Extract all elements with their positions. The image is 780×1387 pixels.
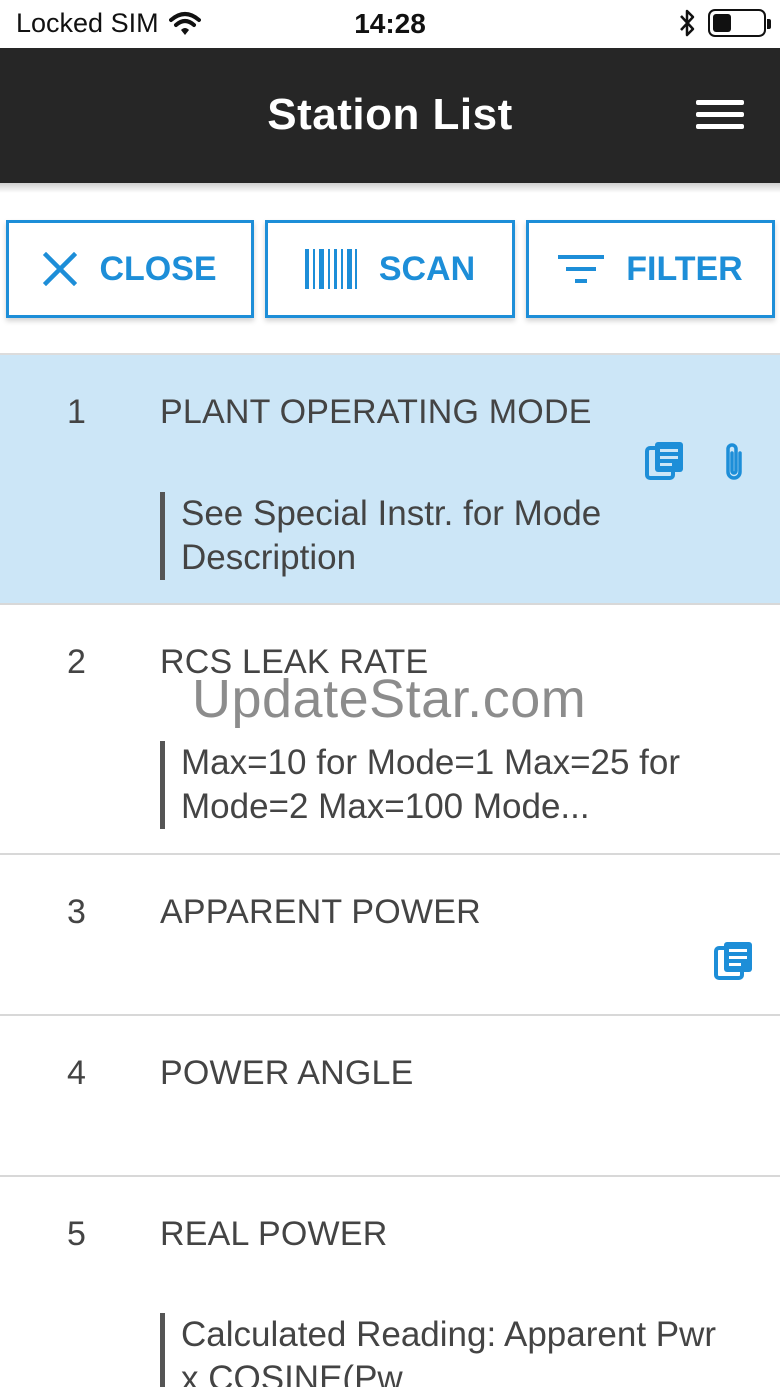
filter-button-label: FILTER (626, 249, 743, 288)
station-number: 4 (67, 1054, 86, 1092)
station-description: Max=10 for Mode=1 Max=25 for Mode=2 Max=… (160, 741, 740, 829)
station-description: See Special Instr. for Mode Description (160, 492, 740, 580)
scan-button-label: SCAN (378, 249, 476, 288)
station-row-2[interactable]: 2 RCS LEAK RATE Max=10 for Mode=1 Max=25… (0, 605, 780, 855)
battery-level-fill (713, 14, 731, 32)
station-row-4[interactable]: 4 POWER ANGLE (0, 1016, 780, 1177)
header-shadow (0, 183, 780, 193)
scan-button[interactable]: SCAN (265, 220, 515, 318)
station-row-3[interactable]: 3 APPARENT POWER (0, 855, 780, 1016)
station-title: RCS LEAK RATE (160, 643, 429, 681)
station-description: Calculated Reading: Apparent Pwr x COSIN… (160, 1313, 740, 1387)
station-title: APPARENT POWER (160, 893, 481, 931)
app-header: Station List (0, 48, 780, 183)
station-title: PLANT OPERATING MODE (160, 393, 592, 431)
station-number: 3 (67, 893, 86, 931)
attachment-icon[interactable] (720, 441, 748, 483)
status-time: 14:28 (354, 8, 426, 39)
station-row-1[interactable]: 1 PLANT OPERATING MODE See Special Instr… (0, 355, 780, 605)
battery-icon (708, 9, 771, 37)
station-row-5[interactable]: 5 REAL POWER Calculated Reading: Apparen… (0, 1177, 780, 1387)
hamburger-menu-icon[interactable] (696, 100, 744, 136)
filter-button[interactable]: FILTER (526, 220, 775, 318)
close-button-label: CLOSE (99, 249, 217, 288)
station-number: 1 (67, 393, 86, 431)
status-right (678, 8, 771, 38)
page-title: Station List (267, 90, 513, 139)
instructions-icon[interactable] (714, 940, 754, 980)
bluetooth-icon (680, 9, 695, 37)
station-title: POWER ANGLE (160, 1054, 414, 1092)
station-number: 2 (67, 643, 86, 681)
station-title: REAL POWER (160, 1215, 388, 1253)
status-bar: Locked SIM 14:28 (0, 0, 780, 48)
barcode-icon (304, 249, 357, 289)
instructions-icon[interactable] (645, 440, 685, 480)
close-icon (43, 252, 78, 286)
filter-icon (558, 255, 605, 283)
station-number: 5 (67, 1215, 86, 1253)
close-button[interactable]: CLOSE (6, 220, 254, 318)
